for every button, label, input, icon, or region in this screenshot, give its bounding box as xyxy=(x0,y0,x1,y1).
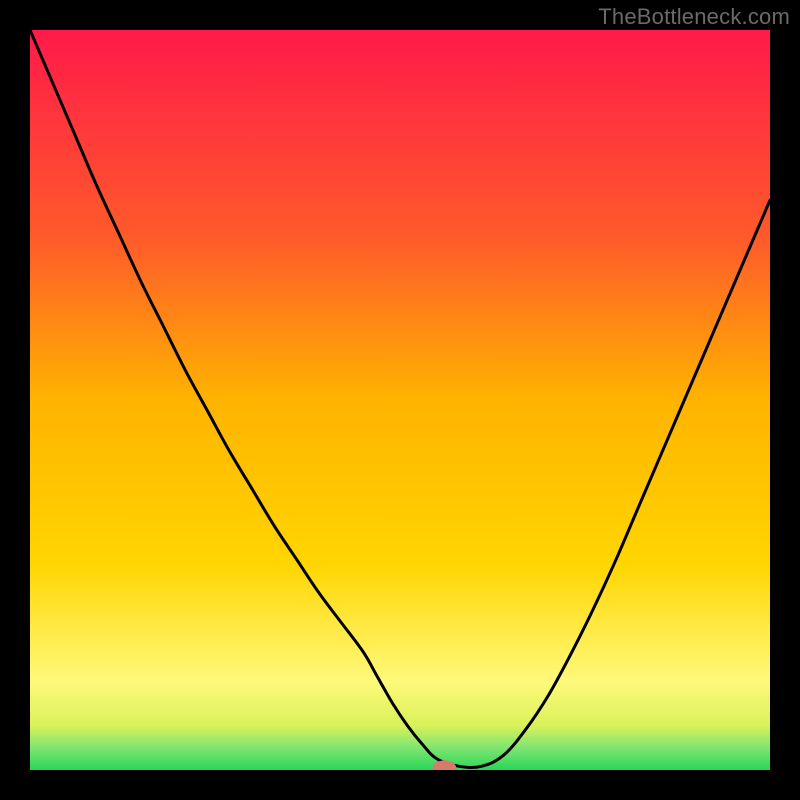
watermark-label: TheBottleneck.com xyxy=(598,4,790,30)
chart-frame: TheBottleneck.com xyxy=(0,0,800,800)
chart-svg xyxy=(30,30,770,770)
plot-area xyxy=(30,30,770,770)
gradient-bg xyxy=(30,30,770,770)
